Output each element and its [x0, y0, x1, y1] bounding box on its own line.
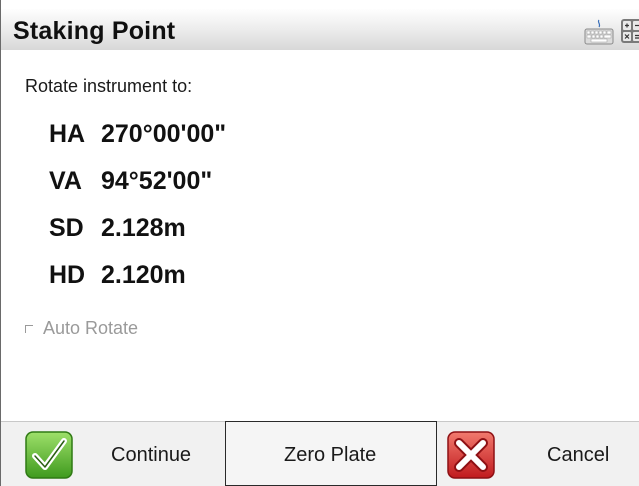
reading-value: 270°00'00" — [101, 120, 227, 148]
keyboard-icon[interactable] — [584, 18, 614, 46]
reading-label: SD — [49, 214, 84, 242]
reading-label: HA — [49, 120, 86, 148]
reading-label: HD — [49, 261, 86, 289]
continue-button[interactable]: Continue — [1, 421, 225, 486]
green-check-icon — [25, 431, 73, 479]
reading-va: VA 94°52'00" — [49, 165, 226, 212]
continue-label: Continue — [111, 444, 192, 466]
checkbox-box[interactable] — [25, 325, 33, 333]
cancel-button[interactable]: Cancel — [437, 421, 639, 486]
page-title: Staking Point — [13, 17, 176, 45]
rotate-prompt: Rotate instrument to: — [25, 76, 193, 96]
auto-rotate-label: Auto Rotate — [43, 318, 139, 338]
staking-point-screen: Staking Point Rotate instrument to: HA 2… — [0, 0, 639, 486]
button-bar: Continue Zero Plate Cancel — [1, 421, 639, 486]
readings-list: HA 270°00'00" VA 94°52'00" SD 2.128m HD 2.12… — [49, 118, 226, 306]
red-x-icon — [447, 431, 495, 479]
reading-sd: SD 2.128m — [49, 212, 226, 259]
reading-hd: HD 2.120m — [49, 259, 226, 306]
zero-plate-button[interactable]: Zero Plate — [225, 421, 437, 486]
calculator-icon[interactable] — [620, 18, 639, 44]
reading-value: 94°52'00" — [101, 167, 213, 195]
cancel-label: Cancel — [547, 444, 610, 466]
reading-value: 2.120m — [101, 261, 186, 289]
reading-label: VA — [49, 167, 82, 195]
reading-ha: HA 270°00'00" — [49, 118, 226, 165]
reading-value: 2.128m — [101, 214, 186, 242]
auto-rotate-checkbox[interactable]: Auto Rotate — [25, 318, 138, 339]
zero-plate-label: Zero Plate — [284, 444, 377, 466]
title-bar: Staking Point — [1, 0, 639, 50]
